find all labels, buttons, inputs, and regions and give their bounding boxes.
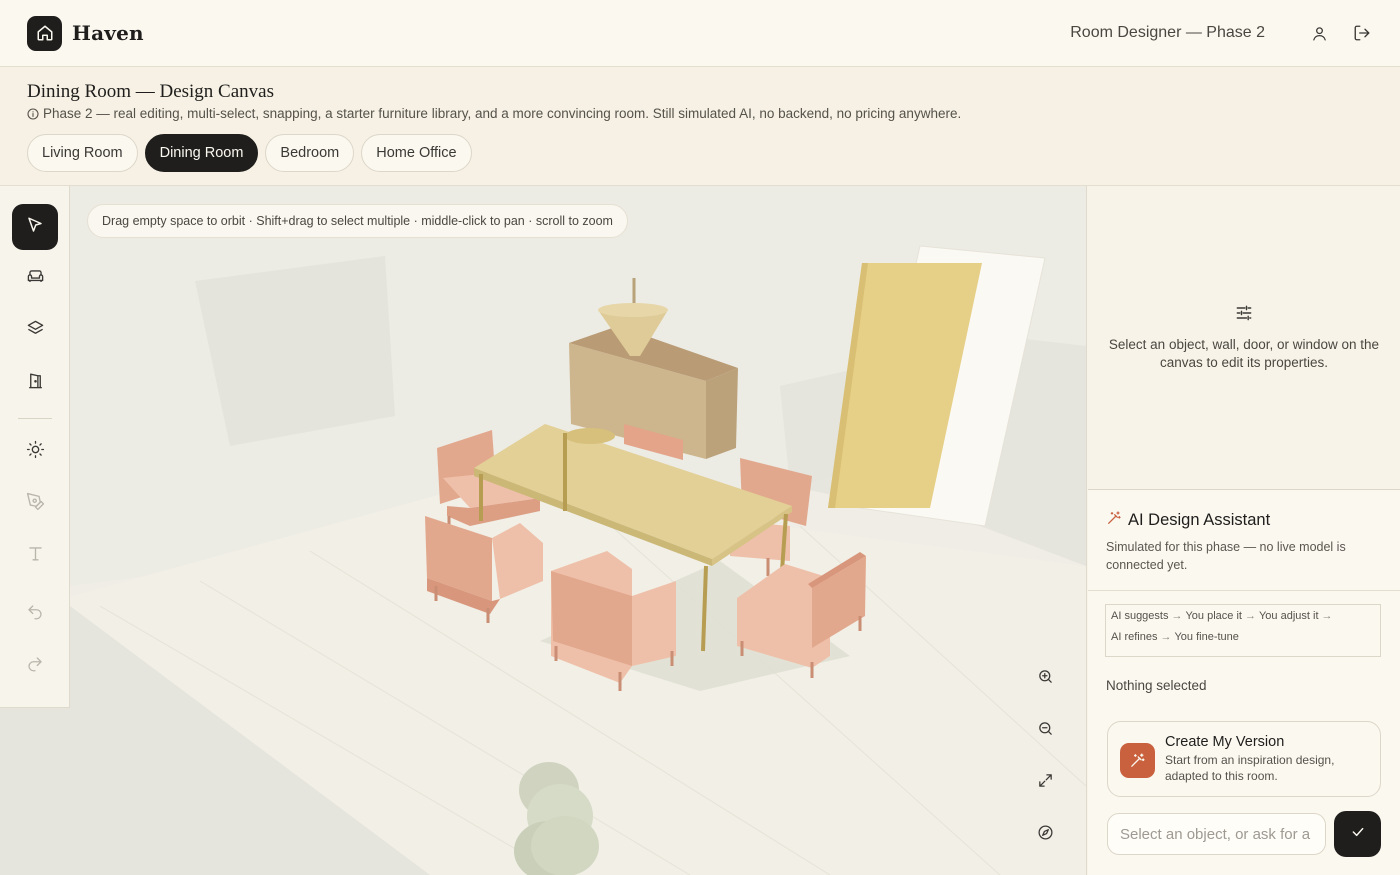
text-icon xyxy=(26,544,45,568)
create-my-version-button[interactable]: Create My Version Start from an inspirat… xyxy=(1107,721,1381,797)
arrow-icon: → xyxy=(1160,631,1172,643)
tab-living-room[interactable]: Living Room xyxy=(27,134,138,172)
ai-assistant-panel: AI Design Assistant Simulated for this p… xyxy=(1088,489,1400,875)
flow-step: AI suggests xyxy=(1111,610,1169,622)
canvas-hint: Drag empty space to orbit · Shift+drag t… xyxy=(87,204,628,238)
door-tool[interactable] xyxy=(12,360,58,406)
home-logo-icon[interactable] xyxy=(27,15,62,51)
zoom-out-button[interactable] xyxy=(1031,717,1059,745)
flow-step: You fine-tune xyxy=(1174,631,1239,643)
workflow-steps: AI suggests → You place it → You adjust it → A… xyxy=(1105,604,1381,657)
layers-icon xyxy=(26,319,45,343)
create-wand-icon xyxy=(1120,743,1155,778)
zoom-out-icon xyxy=(1037,720,1054,742)
create-card-title: Create My Version xyxy=(1165,734,1285,750)
page-subtitle: Phase 2 — real editing, multi-select, sn… xyxy=(27,106,1373,121)
logout-icon[interactable] xyxy=(1351,22,1373,44)
send-button[interactable] xyxy=(1334,811,1381,857)
cursor-icon xyxy=(26,216,44,239)
flow-step: AI refines xyxy=(1111,631,1158,643)
select-tool[interactable] xyxy=(12,204,58,250)
assistant-description: Simulated for this phase — no live model… xyxy=(1106,540,1346,572)
properties-empty-state: Select an object, wall, door, or window … xyxy=(1087,186,1400,489)
magic-wand-icon xyxy=(1106,510,1122,531)
tool-rail xyxy=(0,186,70,708)
redo-tool[interactable] xyxy=(12,643,58,689)
undo-tool[interactable] xyxy=(12,591,58,637)
redo-icon xyxy=(26,655,44,678)
arrow-icon: → xyxy=(1171,610,1183,622)
sun-icon xyxy=(26,440,45,464)
lighting-tool[interactable] xyxy=(12,429,58,475)
sliders-icon xyxy=(1234,303,1254,328)
fit-view-icon xyxy=(1037,772,1054,794)
check-icon xyxy=(1350,824,1366,845)
user-icon[interactable] xyxy=(1308,22,1330,44)
design-canvas[interactable]: Drag empty space to orbit · Shift+drag t… xyxy=(0,186,1086,875)
fit-view-button[interactable] xyxy=(1031,769,1059,797)
top-bar: Haven Room Designer — Phase 2 xyxy=(0,0,1400,67)
sideboard-side xyxy=(706,368,738,459)
brush-icon xyxy=(26,492,45,516)
page-header: Dining Room — Design Canvas Phase 2 — re… xyxy=(0,67,1400,186)
flow-step: You adjust it xyxy=(1258,610,1319,622)
compass-icon xyxy=(1037,824,1054,846)
page-title: Dining Room — Design Canvas xyxy=(27,81,274,102)
sofa-icon xyxy=(26,267,45,291)
flow-step: You place it xyxy=(1185,610,1242,622)
assistant-input[interactable] xyxy=(1107,813,1326,855)
assistant-divider xyxy=(1088,590,1400,591)
zoom-in-button[interactable] xyxy=(1031,665,1059,693)
text-tool[interactable] xyxy=(12,533,58,579)
zoom-in-icon xyxy=(1037,668,1054,690)
tab-bedroom[interactable]: Bedroom xyxy=(265,134,355,172)
assistant-title: AI Design Assistant xyxy=(1128,511,1271,529)
create-card-subtitle: Start from an inspiration design, adapte… xyxy=(1165,753,1335,783)
selection-status: Nothing selected xyxy=(1106,678,1207,693)
furniture-tool[interactable] xyxy=(12,256,58,302)
room-scene[interactable] xyxy=(0,186,1086,875)
arrow-icon: → xyxy=(1244,610,1256,622)
info-icon xyxy=(27,107,39,120)
layers-tool[interactable] xyxy=(12,308,58,354)
compass-button[interactable] xyxy=(1031,821,1059,849)
properties-empty-message: Select an object, wall, door, or window … xyxy=(1108,337,1380,370)
page-subtitle-text: Phase 2 — real editing, multi-select, sn… xyxy=(43,106,962,121)
tab-home-office[interactable]: Home Office xyxy=(361,134,472,172)
arrow-icon: → xyxy=(1321,610,1333,622)
undo-icon xyxy=(26,603,44,626)
right-panel: Select an object, wall, door, or window … xyxy=(1086,186,1400,875)
phase-label: Room Designer — Phase 2 xyxy=(1070,24,1265,41)
brand-name: Haven xyxy=(72,21,144,45)
left-wall-panel xyxy=(195,256,395,446)
paint-tool[interactable] xyxy=(12,481,58,527)
room-tabs: Living Room Dining Room Bedroom Home Off… xyxy=(27,134,1373,172)
door-icon xyxy=(26,371,45,395)
tab-dining-room[interactable]: Dining Room xyxy=(144,134,259,172)
tool-rail-divider xyxy=(18,418,52,419)
